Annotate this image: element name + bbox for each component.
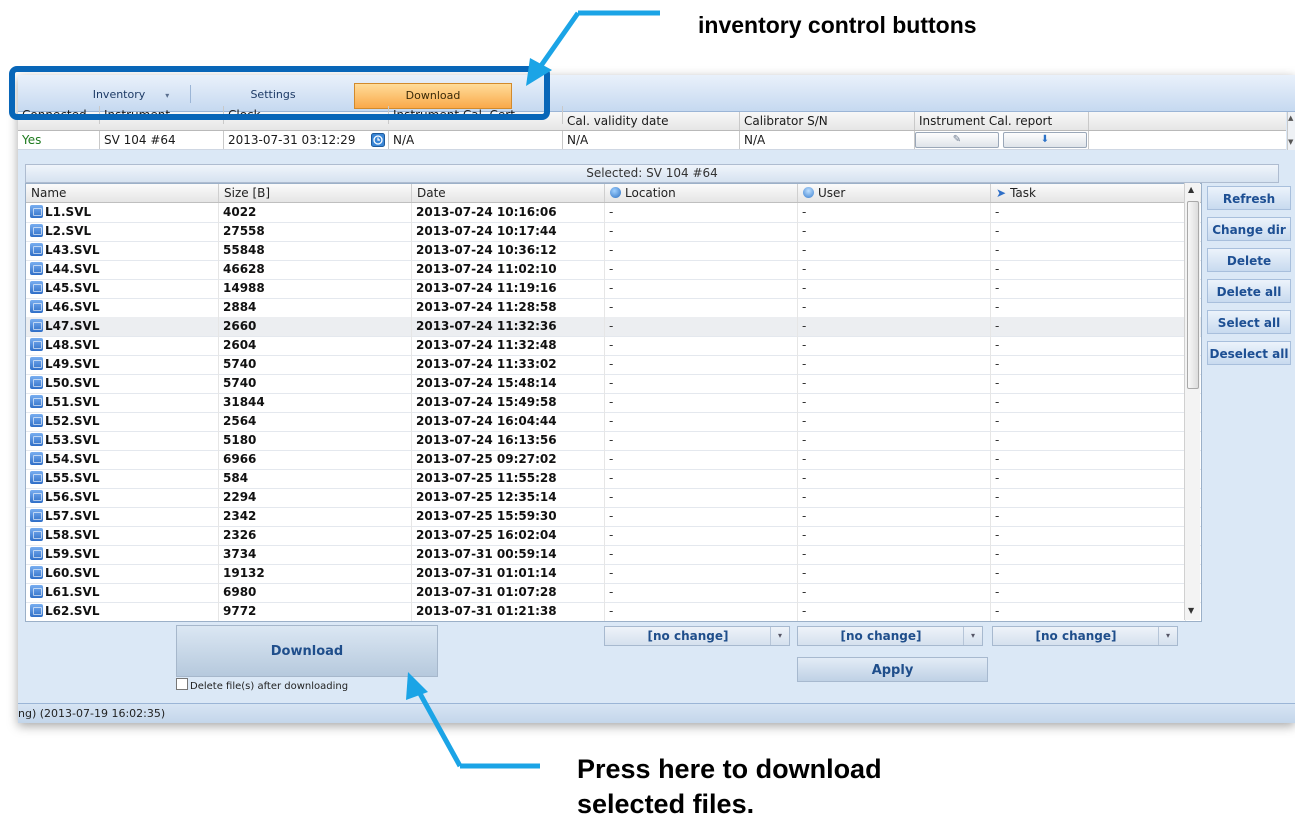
bottom-arrow: [406, 672, 540, 769]
annotation-arrows: [406, 10, 660, 769]
top-arrow: [526, 10, 660, 86]
